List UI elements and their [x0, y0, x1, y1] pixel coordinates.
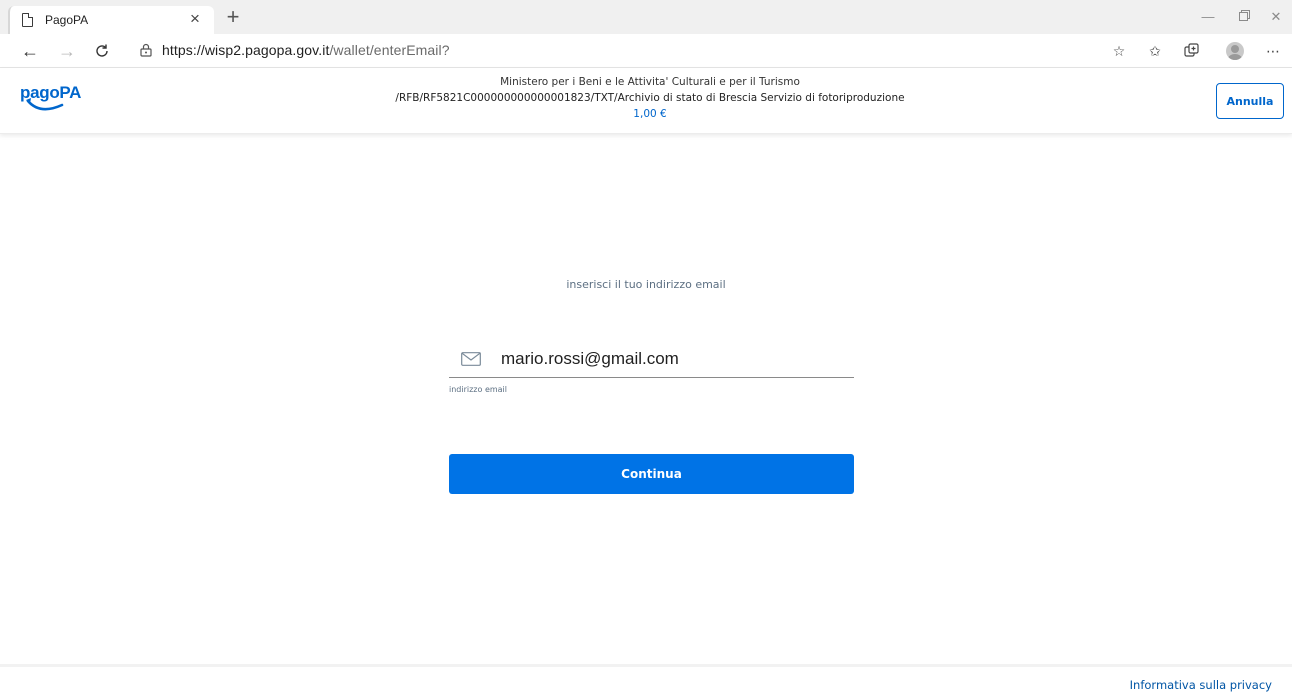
profile-avatar[interactable] [1226, 42, 1244, 60]
refresh-icon[interactable] [90, 39, 114, 63]
payment-summary: Ministero per i Beni e le Attivita' Cult… [300, 74, 1000, 122]
address-bar[interactable]: https://wisp2.pagopa.gov.it/wallet/enter… [162, 42, 450, 58]
cancel-button[interactable]: Annulla [1216, 83, 1284, 119]
email-hint: indirizzo email [449, 385, 508, 394]
minimize-icon[interactable]: — [1198, 8, 1218, 26]
payee-organization: Ministero per i Beni e le Attivita' Cult… [500, 76, 800, 88]
back-icon[interactable]: ← [18, 39, 42, 63]
maximize-icon[interactable] [1234, 8, 1254, 26]
continue-button[interactable]: Continua [449, 454, 854, 494]
browser-toolbar: ← → https://wisp2.pagopa.gov.it/wallet/e… [0, 34, 1292, 68]
more-icon[interactable]: ⋯ [1262, 40, 1284, 62]
page-icon [22, 13, 33, 27]
privacy-link[interactable]: Informativa sulla privacy [1130, 678, 1272, 692]
browser-tab[interactable]: PagoPA × [8, 6, 214, 34]
page-footer: Informativa sulla privacy [0, 664, 1292, 692]
favorites-icon[interactable]: ✩ [1144, 40, 1166, 62]
payment-amount: 1,00 € [633, 108, 667, 120]
page-header: pagoPA Ministero per i Beni e le Attivit… [0, 68, 1292, 134]
tab-close-icon[interactable]: × [186, 10, 204, 28]
lock-icon[interactable] [140, 43, 152, 57]
url-host: https://wisp2.pagopa.gov.it [162, 42, 330, 58]
url-path: /wallet/enterEmail? [329, 42, 450, 58]
email-field[interactable] [449, 342, 854, 378]
mail-icon [461, 352, 481, 366]
forward-icon[interactable]: → [55, 39, 79, 63]
email-input[interactable] [501, 346, 841, 372]
new-tab-icon[interactable]: + [222, 6, 244, 29]
collections-icon[interactable] [1180, 40, 1202, 62]
payment-description: /RFB/RF5821C000000000000001823/TXT/Archi… [395, 92, 905, 104]
close-window-icon[interactable]: ✕ [1266, 8, 1286, 26]
pagopa-logo[interactable]: pagoPA [20, 83, 81, 121]
add-favorite-icon[interactable]: ☆ [1108, 40, 1130, 62]
email-prompt: inserisci il tuo indirizzo email [566, 278, 726, 291]
browser-tabstrip: PagoPA × + — ✕ [0, 0, 1292, 34]
